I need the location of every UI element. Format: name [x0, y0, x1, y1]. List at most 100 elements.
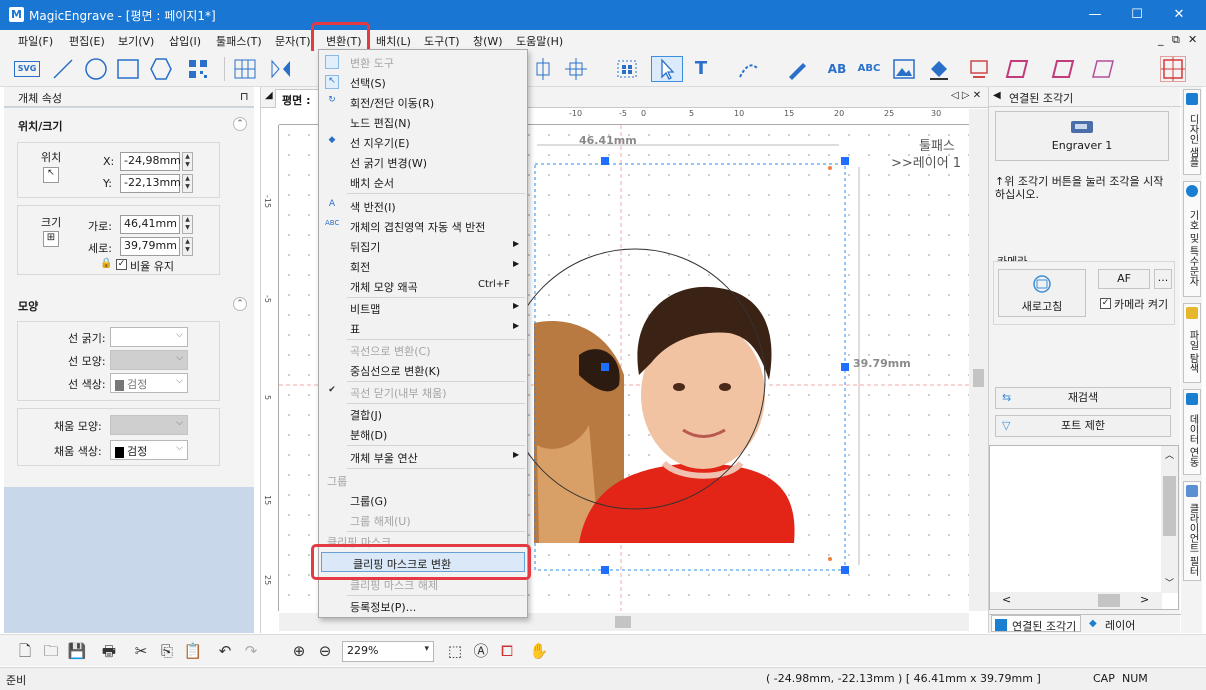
menu-item-rotate-skew[interactable]: ↻ 회전/전단 이동(R): [319, 92, 527, 112]
distribute-tool-button[interactable]: [563, 56, 589, 82]
camera-on-checkbox[interactable]: ✓: [1100, 298, 1111, 309]
cut-button[interactable]: ✂: [130, 640, 152, 662]
rectangle-tool-button[interactable]: [115, 56, 141, 82]
height-input[interactable]: 39,79mm: [120, 237, 180, 256]
selection-handle[interactable]: [841, 566, 849, 574]
menu-item-change-line-width[interactable]: 선 굵기 변경(W): [319, 152, 527, 172]
zoom-page-button[interactable]: ⧠: [496, 640, 518, 662]
menu-tools[interactable]: 도구(T): [424, 33, 460, 49]
zoom-in-button[interactable]: ⊕: [288, 640, 310, 662]
x-position-stepper[interactable]: ▲ ▼: [182, 152, 193, 171]
menu-arrange[interactable]: 배치(L): [376, 33, 411, 49]
text-outline-button[interactable]: AB: [822, 56, 852, 82]
research-button[interactable]: ⇆ 재검색: [995, 387, 1171, 409]
selection-handle[interactable]: [601, 363, 609, 371]
engraver-1-button[interactable]: Engraver 1: [995, 111, 1169, 161]
selection-handle[interactable]: [601, 566, 609, 574]
qrcode-tool-button[interactable]: [185, 56, 211, 82]
polygon-tool-button[interactable]: [148, 56, 174, 82]
menu-text[interactable]: 문자(T): [275, 33, 311, 49]
width-input[interactable]: 46,41mm: [120, 215, 180, 234]
open-file-button[interactable]: 🗀: [40, 640, 62, 662]
side-tab-design-samples[interactable]: 디자인 샘플: [1183, 89, 1201, 175]
selection-handle[interactable]: [841, 157, 849, 165]
menu-item-distort-shape[interactable]: 개체 모양 왜곡 Ctrl+F: [319, 276, 527, 296]
ellipse-tool-button[interactable]: [83, 56, 109, 82]
line-shape-select[interactable]: ⌵: [110, 350, 188, 370]
camera-more-button[interactable]: ...: [1154, 269, 1172, 289]
side-tab-symbols[interactable]: 기호 및 특수문자: [1183, 181, 1201, 297]
print-button[interactable]: 🖶: [98, 640, 120, 662]
copy-button[interactable]: ⎘: [156, 640, 178, 662]
tab-nav-controls[interactable]: ◁ ▷ ✕: [951, 90, 981, 101]
mdi-restore-button[interactable]: ⧉: [1172, 33, 1180, 47]
zoom-all-button[interactable]: Ⓐ: [470, 640, 492, 662]
minimize-button[interactable]: —: [1073, 0, 1117, 30]
menu-window[interactable]: 창(W): [473, 33, 503, 49]
menu-item-select[interactable]: ↖ 선택(S): [319, 72, 527, 92]
frame2-tool-button[interactable]: [1050, 56, 1076, 82]
mdi-close-button[interactable]: ✕: [1188, 33, 1197, 46]
frame3-tool-button[interactable]: [1090, 56, 1116, 82]
selection-handle[interactable]: [841, 363, 849, 371]
fill-shape-select[interactable]: ⌵: [110, 415, 188, 435]
port-list-scrollbar[interactable]: ︿ ﹀: [1161, 446, 1178, 593]
anchor-point-icon[interactable]: ↖: [43, 167, 59, 183]
menu-item-arrange-order[interactable]: 배치 순서: [319, 172, 527, 192]
crosshair-tool-button[interactable]: [1160, 56, 1186, 82]
grid-tool-button[interactable]: [232, 56, 258, 82]
fill-tool-button[interactable]: [926, 56, 952, 82]
vertical-scroll-thumb[interactable]: [973, 369, 984, 387]
port-list-hscrollbar[interactable]: < >: [990, 592, 1162, 609]
horizontal-scroll-thumb[interactable]: [615, 616, 631, 628]
paste-button[interactable]: 📋: [182, 640, 204, 662]
menu-item-bitmap[interactable]: 비트맵 ▶: [319, 298, 527, 318]
line-width-select[interactable]: ⌵: [110, 327, 188, 347]
menu-item-properties[interactable]: 등록정보(P)...: [319, 596, 527, 616]
y-position-stepper[interactable]: ▲ ▼: [182, 174, 193, 193]
vertical-scrollbar[interactable]: [969, 109, 988, 611]
scroll-down-icon[interactable]: ﹀: [1165, 576, 1174, 589]
menu-item-erase-line[interactable]: ◆ 선 지우기(E): [319, 132, 527, 152]
menu-item-auto-invert-overlap[interactable]: ABC 개체의 겹친영역 자동 색 반전: [319, 216, 527, 236]
pen-tool-button[interactable]: [784, 56, 810, 82]
menu-view[interactable]: 보기(V): [118, 33, 154, 49]
collapse-shape-button[interactable]: ⌃: [233, 297, 247, 311]
image-tool-button[interactable]: [891, 56, 917, 82]
frame-tool-button[interactable]: [1004, 56, 1030, 82]
group-objects-button[interactable]: [614, 56, 640, 82]
collapse-pos-size-button[interactable]: ⌃: [233, 117, 247, 131]
line-tool-button[interactable]: [50, 56, 76, 82]
menu-edit[interactable]: 편집(E): [69, 33, 105, 49]
zoom-select[interactable]: 229% ▾: [342, 641, 434, 662]
zoom-selection-button[interactable]: ⬚: [444, 640, 466, 662]
size-anchor-icon[interactable]: ⊞: [43, 231, 59, 247]
photo-image[interactable]: [534, 286, 795, 543]
menu-help[interactable]: 도움말(H): [516, 33, 563, 49]
side-tab-client-filter[interactable]: 클라이언트 필터: [1183, 481, 1201, 581]
menu-toolpath[interactable]: 툴패스(T): [216, 33, 262, 49]
menu-item-rotate[interactable]: 회전 ▶: [319, 256, 527, 276]
menu-item-table[interactable]: 표 ▶: [319, 318, 527, 338]
save-file-button[interactable]: 💾: [66, 640, 88, 662]
fill-color-select[interactable]: 검정 ⌵: [110, 440, 188, 460]
line-color-select[interactable]: 검정 ⌵: [110, 373, 188, 393]
menu-item-combine[interactable]: 결합(J): [319, 404, 527, 424]
mdi-minimize-button[interactable]: _: [1158, 33, 1164, 46]
tab-connected-engraver[interactable]: 연결된 조각기: [991, 615, 1082, 633]
menu-item-flip[interactable]: 뒤집기 ▶: [319, 236, 527, 256]
menu-item-invert-color[interactable]: A색 반전(I): [319, 196, 527, 216]
pin-icon[interactable]: ⊓: [240, 90, 249, 103]
keep-ratio-checkbox[interactable]: ✓: [116, 259, 127, 270]
menu-item-node-edit[interactable]: 노드 편집(N): [319, 112, 527, 132]
menu-item-boolean-operations[interactable]: 개체 부울 연산 ▶: [319, 447, 527, 467]
redo-button[interactable]: ↷: [240, 640, 262, 662]
select-tool-button[interactable]: [651, 56, 683, 82]
camera-refresh-button[interactable]: 새로고침: [998, 269, 1086, 317]
menu-item-convert-to-centerline[interactable]: 중심선으로 변환(K): [319, 360, 527, 380]
x-position-input[interactable]: -24,98mm: [120, 152, 181, 171]
scroll-left-icon[interactable]: <: [1002, 593, 1011, 606]
menu-file[interactable]: 파일(F): [18, 33, 53, 49]
zoom-out-button[interactable]: ⊖: [314, 640, 336, 662]
undo-button[interactable]: ↶: [214, 640, 236, 662]
